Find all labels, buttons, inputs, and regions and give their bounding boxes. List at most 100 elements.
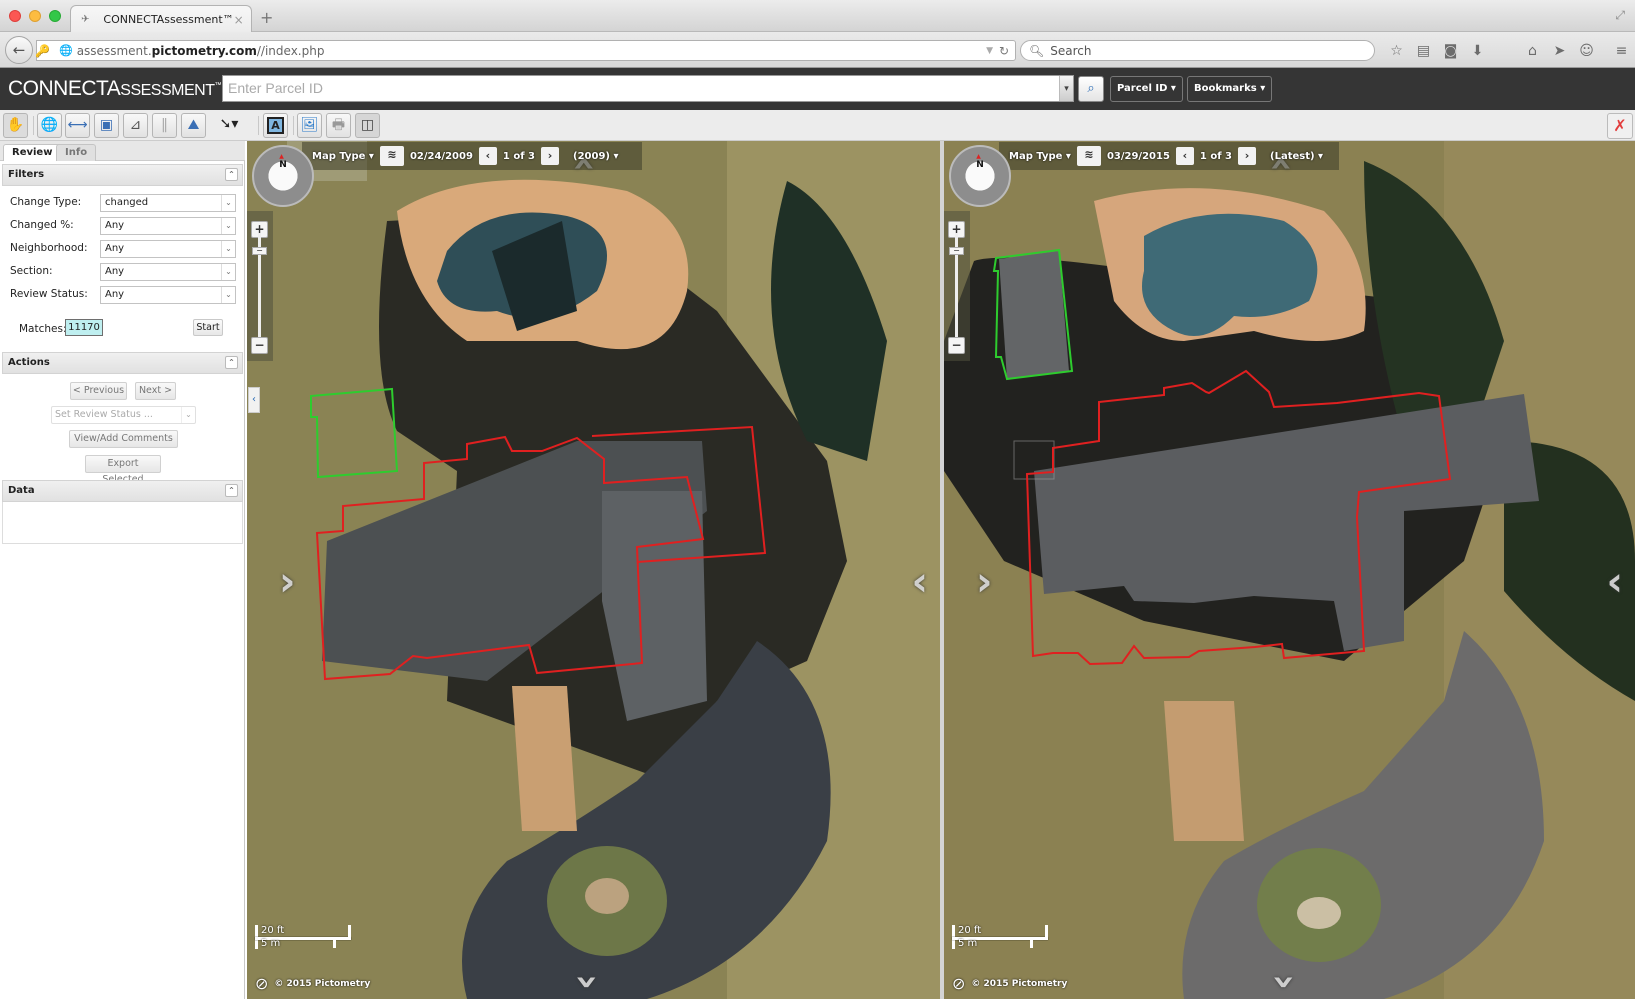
map-type-dropdown[interactable]: Map Type ▾ [1009,151,1071,162]
url-field[interactable]: 🔑 🌐 assessment. pictometry.com//index.php… [35,40,1016,61]
previous-button[interactable]: < Previous [70,382,127,400]
pan-south-arrow[interactable]: ‹ [562,974,608,990]
map-type-dropdown[interactable]: Map Type ▾ [312,151,374,162]
scale-bar: 20 ft 5 m [255,925,351,949]
info-pointer-icon[interactable]: ➘▾ [213,113,245,138]
changed-percent-select[interactable]: Any ⌄ [100,217,236,235]
layers-icon[interactable]: ≋ [379,146,404,166]
view-add-comments-button[interactable]: View/Add Comments ... [69,430,178,460]
zoom-out-button[interactable]: − [251,337,268,354]
year-dropdown[interactable]: (Latest) ▾ [1270,151,1323,162]
menu-icon[interactable]: ≡ [1608,43,1635,59]
zoom-out-button[interactable]: − [948,337,965,354]
previous-image-button[interactable]: ‹ [1175,147,1194,165]
previous-image-button[interactable]: ‹ [478,147,497,165]
review-status-select[interactable]: Any ⌄ [100,286,236,304]
bookmarks-dropdown[interactable]: Bookmarks ▾ [1187,76,1273,102]
clear-markers-icon[interactable]: ✗ [1607,113,1633,139]
chat-icon[interactable]: ☺ [1573,43,1600,59]
map-view-2009[interactable]: › ‹ ‹ ‹ Map Type ▾ ≋ 02/24/2009 ‹ 1 of 3… [247,141,940,999]
export-selected-button[interactable]: Export Selected [85,455,161,485]
measure-height-icon[interactable]: ⊿ [123,113,148,138]
change-type-select[interactable]: changed ⌄ [100,194,236,212]
bookmark-star-icon[interactable]: ☆ [1383,43,1410,59]
tab-review[interactable]: Review [3,144,62,161]
toolbar-divider [258,116,259,135]
north-indicator: N [279,153,287,170]
chevron-down-icon: ⌄ [221,264,235,280]
reading-list-icon[interactable]: ▤ [1410,43,1437,59]
pan-west-arrow[interactable]: › [976,559,992,605]
download-icon[interactable]: ⬇ [1464,43,1491,59]
front-walk [1164,701,1244,841]
url-history-dropdown-icon[interactable]: ▼ [986,46,993,56]
logo-rest: SSESSMENT [120,82,215,99]
collapse-icon[interactable]: ⌃ [225,168,238,181]
parcel-id-dropdown[interactable]: Parcel ID ▾ [1110,76,1183,102]
next-image-button[interactable]: › [541,147,560,165]
pan-east-arrow[interactable]: ‹ [1607,559,1623,605]
next-button[interactable]: Next > [135,382,176,400]
pan-west-arrow[interactable]: › [279,559,295,605]
reload-icon[interactable]: ↻ [999,44,1009,58]
minimize-window-button[interactable] [29,10,41,22]
print-pdf-icon[interactable]: 🖶 [326,113,351,138]
compass-rotate-control[interactable]: N [252,145,314,207]
browser-search-field[interactable]: 🔍︎ Search [1020,40,1375,61]
measure-distance-icon[interactable]: ⟷ [65,113,90,138]
start-button[interactable]: Start [193,319,223,336]
pan-tool-icon[interactable]: ✋ [3,113,28,138]
pocket-icon[interactable]: ◙ [1437,43,1464,59]
set-review-status-placeholder: Set Review Status ... [55,409,153,420]
measure-area-icon[interactable]: ▣ [94,113,119,138]
tool-bar: ✋ 🌐 ⟷ ▣ ⊿ ‖ ⛰ ➘▾ A 🖼 🖶 ◫ ✗ [0,110,1635,141]
collapse-icon[interactable]: ⌃ [225,356,238,369]
filter-review-status: Review Status: Any ⌄ [10,286,236,305]
data-panel-header[interactable]: Data ⌃ [2,480,243,502]
accessory-roof [999,251,1069,379]
actions-panel-header[interactable]: Actions ⌃ [2,352,243,374]
annotation-text-icon[interactable]: A [263,113,288,138]
terrain-profile-icon[interactable]: ⛰ [181,113,206,138]
filter-label: Section: [10,265,53,277]
parcel-history-dropdown-icon[interactable]: ▾ [1059,76,1073,101]
new-tab-button[interactable]: + [260,8,273,27]
filters-panel-header[interactable]: Filters ⌃ [2,164,243,186]
set-review-status-select[interactable]: Set Review Status ... ⌄ [51,406,196,424]
year-dropdown[interactable]: (2009) ▾ [573,151,618,162]
layers-icon[interactable]: ≋ [1076,146,1101,166]
browser-tab[interactable]: ✈ CONNECTAssessment™ × [70,5,252,33]
maximize-window-button[interactable] [49,10,61,22]
zoom-control: + − − [944,211,970,361]
next-image-button[interactable]: › [1238,147,1257,165]
select-value: Any [105,266,125,277]
parcel-id-input[interactable]: Enter Parcel ID ▾ [222,75,1074,102]
select-value: changed [105,197,149,208]
zoom-slider-handle[interactable]: − [949,247,964,255]
home-icon[interactable]: ⌂ [1519,43,1546,59]
tab-close-icon[interactable]: × [234,13,244,27]
pan-east-arrow[interactable]: ‹ [912,559,928,605]
neighborhood-select[interactable]: Any ⌄ [100,240,236,258]
tab-info[interactable]: Info [56,144,97,161]
export-image-icon[interactable]: 🖼 [297,113,322,138]
fullscreen-icon[interactable]: ⤢ [1615,8,1625,23]
close-window-button[interactable] [9,10,21,22]
parcel-search-button[interactable]: ⌕ [1078,76,1104,102]
app-header: CONNECTASSESSMENT™ Enter Parcel ID ▾ ⌕ P… [0,68,1635,110]
share-icon[interactable]: ➤ [1546,43,1573,59]
matches-count: 11170 [65,319,103,336]
measure-elevation-icon[interactable]: ‖ [152,113,177,138]
zoom-slider-handle[interactable]: − [252,247,267,255]
globe-tool-icon[interactable]: 🌐 [37,113,62,138]
section-select[interactable]: Any ⌄ [100,263,236,281]
compass-rotate-control[interactable]: N [949,145,1011,207]
pan-south-arrow[interactable]: ‹ [1259,974,1305,990]
collapse-icon[interactable]: ⌃ [225,484,238,497]
map-view-2015[interactable]: › ‹ ‹ ‹ Map Type ▾ ≋ 03/29/2015 ‹ 1 of 3… [944,141,1635,999]
key-icon: 🔑 [35,43,50,58]
collapse-sidebar-button[interactable]: ‹ [248,387,260,413]
split-view-icon[interactable]: ◫ [355,113,380,138]
data-title: Data [8,485,35,496]
back-button[interactable]: ← [5,36,33,64]
